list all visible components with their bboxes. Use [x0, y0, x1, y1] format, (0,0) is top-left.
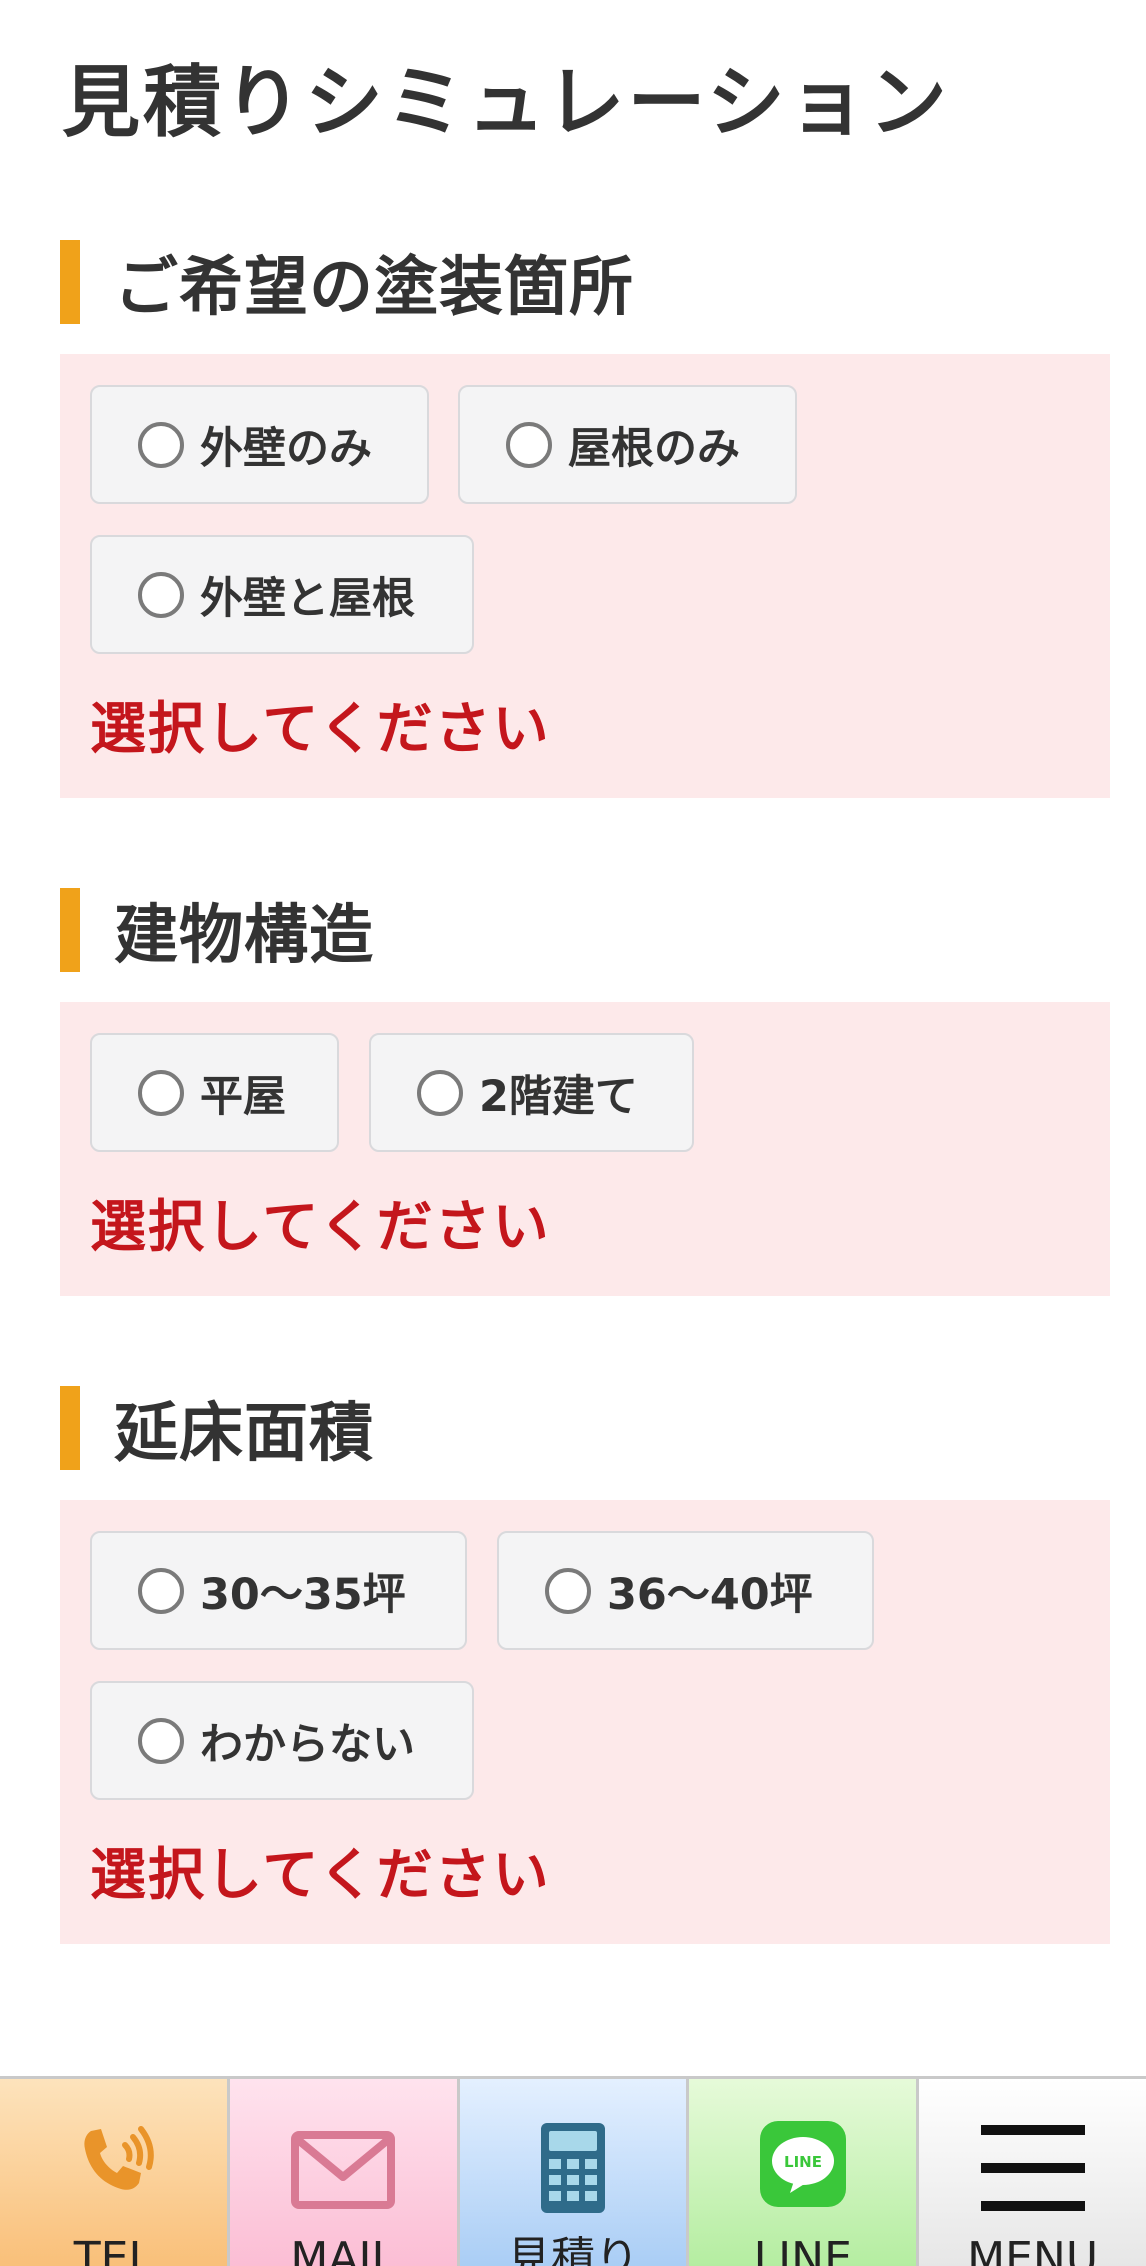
nav-label: MAIL [290, 2233, 396, 2266]
option-label: 屋根のみ [568, 423, 740, 474]
option-30-35-tsubo[interactable]: 30〜35坪 [90, 1531, 467, 1650]
nav-mail-button[interactable]: MAIL [229, 2079, 460, 2266]
option-single-story[interactable]: 平屋 [90, 1033, 339, 1152]
radio-icon[interactable] [506, 421, 552, 468]
option-exterior-wall-only[interactable]: 外壁のみ [90, 385, 429, 504]
hamburger-icon [980, 2125, 1085, 2211]
option-label: 30〜35坪 [200, 1569, 406, 1620]
option-two-story[interactable]: 2階建て [369, 1033, 694, 1152]
option-label: わからない [200, 1719, 415, 1770]
section-heading-floor-area: 延床面積 [60, 1386, 374, 1471]
option-label: 外壁のみ [200, 423, 372, 474]
validation-error: 選択してください [90, 1195, 551, 1260]
heading-accent-bar [60, 888, 80, 972]
option-label: 2階建て [479, 1071, 638, 1122]
option-unknown[interactable]: わからない [90, 1681, 474, 1800]
app-root: 見積りシミュレーション ご希望の塗装箇所 外壁のみ 屋根のみ 外壁と屋根 選択し… [0, 0, 1146, 2266]
radio-icon[interactable] [138, 421, 184, 468]
nav-label: MENU [967, 2233, 1099, 2266]
section-heading-text: ご希望の塗装箇所 [114, 251, 634, 325]
radio-icon[interactable] [138, 571, 184, 618]
calculator-icon [540, 2123, 605, 2213]
section-heading-paint-area: ご希望の塗装箇所 [60, 240, 634, 325]
radio-icon[interactable] [138, 1069, 184, 1116]
line-icon: LINE [759, 2121, 846, 2207]
radio-icon[interactable] [545, 1567, 591, 1614]
validation-error: 選択してください [90, 1843, 551, 1908]
bottom-nav: TEL MAIL 見積り LINE LINE MENU [0, 2076, 1146, 2266]
page-title: 見積りシミュレーション [62, 58, 950, 148]
nav-label: TEL [73, 2233, 153, 2266]
section-heading-text: 建物構造 [114, 899, 374, 973]
option-label: 36〜40坪 [607, 1569, 813, 1620]
nav-tel-button[interactable]: TEL [0, 2079, 230, 2266]
option-label: 平屋 [200, 1071, 286, 1122]
radio-icon[interactable] [138, 1717, 184, 1764]
nav-label: LINE [753, 2233, 852, 2266]
heading-accent-bar [60, 1386, 80, 1470]
nav-estimate-button[interactable]: 見積り [459, 2079, 690, 2266]
phone-icon [84, 2126, 155, 2190]
option-wall-and-roof[interactable]: 外壁と屋根 [90, 535, 474, 654]
structure-panel: 平屋 2階建て 選択してください [60, 1002, 1110, 1296]
nav-line-button[interactable]: LINE LINE [689, 2079, 920, 2266]
radio-icon[interactable] [417, 1069, 463, 1116]
paint-area-panel: 外壁のみ 屋根のみ 外壁と屋根 選択してください [60, 354, 1110, 798]
mail-icon [291, 2131, 396, 2209]
option-label: 外壁と屋根 [200, 573, 415, 624]
section-heading-structure: 建物構造 [60, 888, 374, 973]
nav-label: 見積り [506, 2233, 639, 2266]
heading-accent-bar [60, 240, 80, 324]
option-36-40-tsubo[interactable]: 36〜40坪 [497, 1531, 874, 1650]
line-badge-text: LINE [784, 2153, 822, 2171]
floor-area-panel: 30〜35坪 36〜40坪 わからない 選択してください [60, 1500, 1110, 1944]
option-roof-only[interactable]: 屋根のみ [458, 385, 797, 504]
nav-menu-button[interactable]: MENU [919, 2079, 1146, 2266]
validation-error: 選択してください [90, 697, 551, 762]
section-heading-text: 延床面積 [114, 1397, 374, 1471]
radio-icon[interactable] [138, 1567, 184, 1614]
